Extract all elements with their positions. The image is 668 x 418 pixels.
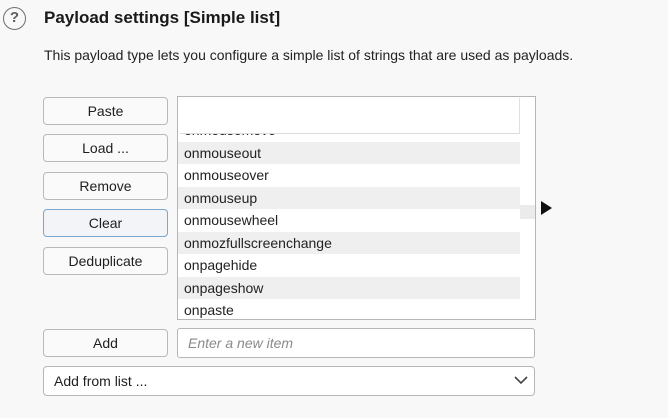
- list-header-cell: [180, 98, 520, 134]
- list-item[interactable]: onpaste: [178, 299, 520, 319]
- cursor-arrow-icon: [541, 201, 552, 215]
- clear-button[interactable]: Clear: [43, 209, 168, 237]
- payload-list-items: onmousemove onmouseout onmouseover onmou…: [178, 119, 520, 319]
- remove-button[interactable]: Remove: [43, 172, 168, 200]
- new-item-input[interactable]: [177, 328, 535, 358]
- deduplicate-button[interactable]: Deduplicate: [43, 247, 168, 275]
- add-from-list-label: Add from list ...: [54, 373, 148, 389]
- scrollbar-thumb[interactable]: [520, 205, 535, 219]
- chevron-down-icon: [514, 376, 528, 385]
- paste-button[interactable]: Paste: [43, 97, 168, 125]
- payload-list[interactable]: onmousemove onmouseout onmouseover onmou…: [177, 96, 536, 320]
- section-description: This payload type lets you configure a s…: [44, 47, 574, 63]
- list-item[interactable]: onmozfullscreenchange: [178, 231, 520, 254]
- load-button[interactable]: Load ...: [43, 134, 168, 162]
- help-icon[interactable]: ?: [3, 7, 26, 30]
- section-title: Payload settings [Simple list]: [44, 8, 281, 27]
- list-item[interactable]: onmouseover: [178, 164, 520, 187]
- list-item[interactable]: onpageshow: [178, 276, 520, 299]
- list-item[interactable]: onpagehide: [178, 254, 520, 277]
- list-item[interactable]: onmouseout: [178, 141, 520, 164]
- add-button[interactable]: Add: [43, 329, 168, 357]
- list-item[interactable]: onmouseup: [178, 186, 520, 209]
- add-from-list-select[interactable]: Add from list ...: [43, 366, 535, 396]
- list-item[interactable]: onmousewheel: [178, 209, 520, 232]
